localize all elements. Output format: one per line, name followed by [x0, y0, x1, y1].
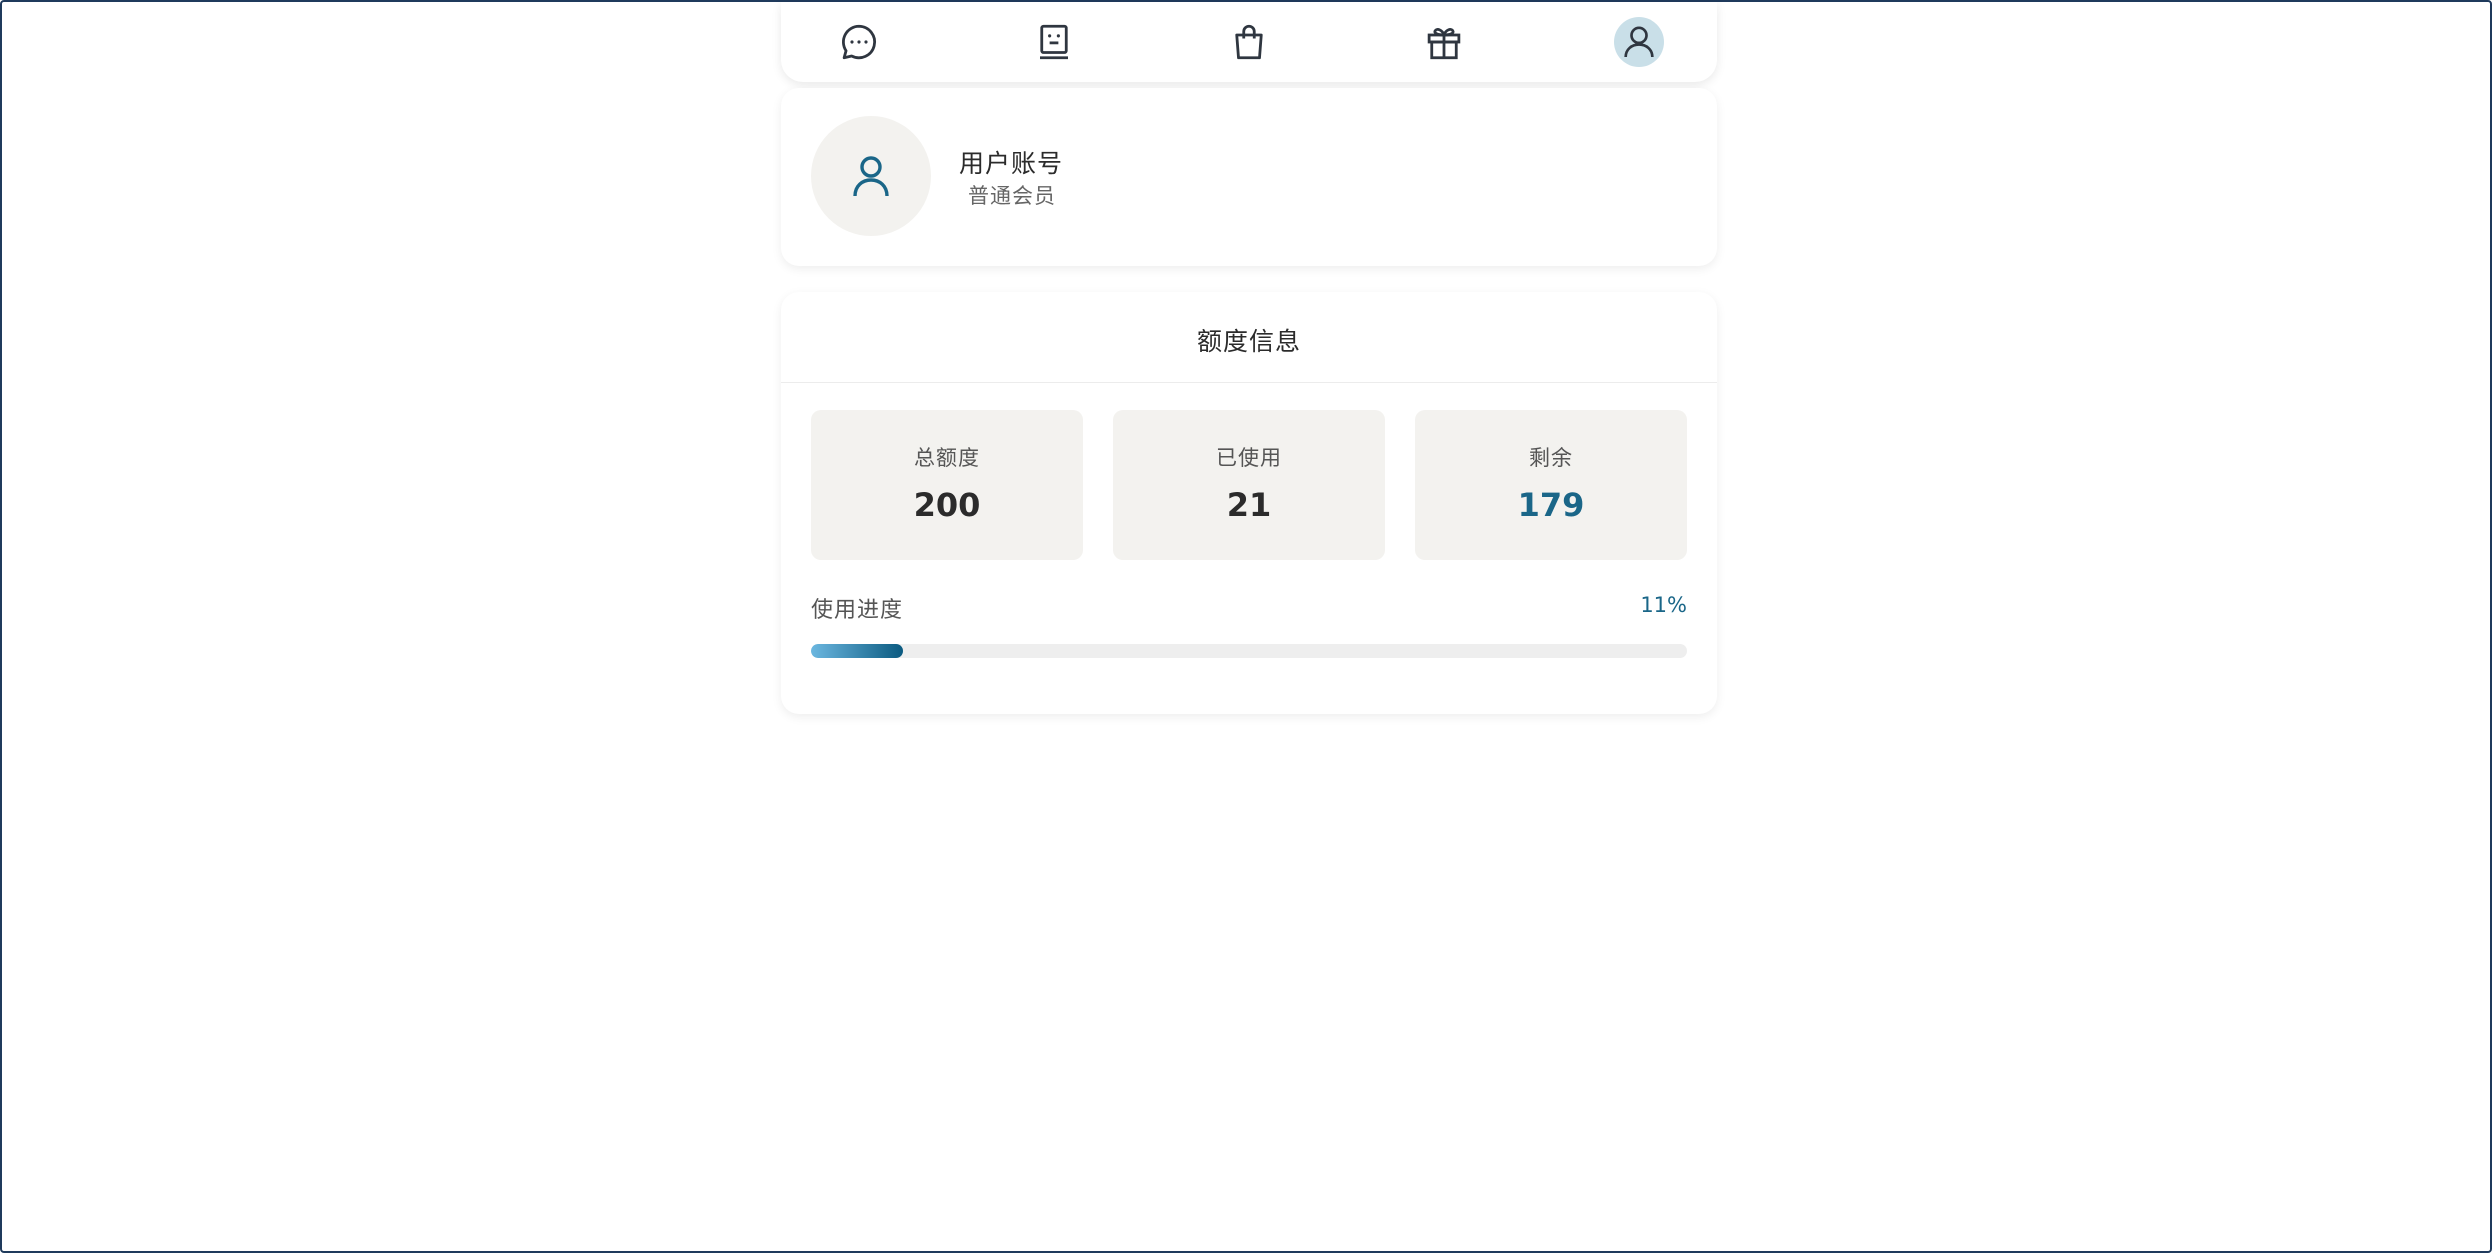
membership-level: 普通会员 [968, 184, 1056, 208]
gift-icon [1427, 28, 1461, 60]
user-icon [1624, 26, 1654, 58]
chat-bubble-icon [842, 24, 876, 60]
stat-used-label: 已使用 [1216, 446, 1282, 470]
stat-total-label: 总额度 [914, 446, 980, 470]
app-window: 用户账号 普通会员 额度信息 总额度 200 已使用 21 剩余 179 使用进… [0, 0, 2492, 1253]
profile-card: 用户账号 普通会员 [781, 88, 1717, 266]
robot-icon [1040, 24, 1068, 60]
progress-label: 使用进度 [811, 598, 904, 623]
top-navigation [781, 2, 1717, 82]
stat-remaining-value: 179 [1517, 486, 1585, 524]
nav-robot-button[interactable] [1018, 6, 1090, 78]
stat-remaining-label: 剩余 [1529, 446, 1573, 470]
stat-remaining: 剩余 179 [1415, 410, 1687, 560]
nav-chat-button[interactable] [823, 6, 895, 78]
user-name: 用户账号 [959, 149, 1064, 178]
nav-gift-button[interactable] [1408, 6, 1480, 78]
nav-shop-button[interactable] [1213, 6, 1285, 78]
stat-used-value: 21 [1226, 486, 1272, 524]
quota-card: 额度信息 总额度 200 已使用 21 剩余 179 使用进度 11% [781, 292, 1717, 714]
quota-title: 额度信息 [1196, 327, 1301, 356]
progress-bar-fill [811, 644, 903, 658]
nav-profile-highlight [1614, 17, 1664, 67]
nav-profile-button[interactable] [1603, 6, 1675, 78]
progress-percent: 11% [1640, 593, 1687, 617]
divider [781, 382, 1717, 383]
stat-total: 总额度 200 [811, 410, 1083, 560]
avatar[interactable] [811, 116, 931, 236]
stat-total-value: 200 [913, 486, 981, 524]
progress-bar [811, 644, 1687, 658]
stat-used: 已使用 21 [1113, 410, 1385, 560]
user-avatar-icon [853, 156, 889, 197]
shopping-bag-icon [1235, 24, 1263, 60]
